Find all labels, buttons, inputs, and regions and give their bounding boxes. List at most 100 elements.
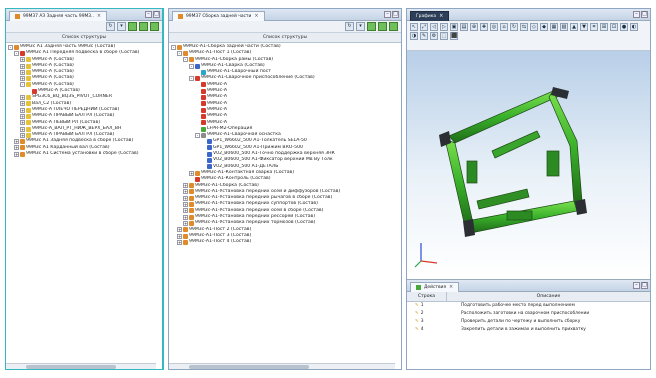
expander-icon[interactable]: + [20, 132, 25, 138]
graphics-tool-icon[interactable]: ◐ [630, 23, 638, 31]
graphics-tool-icon[interactable]: ⊞ [600, 23, 608, 31]
scrollbar-thumb[interactable] [26, 365, 116, 369]
graphics-tool-icon[interactable]: ⇆ [520, 23, 528, 31]
graphics-tool-icon[interactable]: ✚ [480, 23, 488, 31]
expander-icon[interactable]: + [177, 239, 182, 245]
expander-icon[interactable]: + [183, 202, 188, 208]
expander-icon[interactable]: - [8, 44, 13, 50]
graphics-tool-icon[interactable]: ▷ [440, 23, 448, 31]
mid-horizontal-scrollbar[interactable] [169, 363, 395, 369]
expander-icon[interactable]: + [183, 189, 188, 195]
expander-icon[interactable]: - [183, 57, 188, 63]
action-row[interactable]: ✎ 3 Проверить детали по чертежу и выполнит… [407, 318, 650, 326]
graphics-tool-icon[interactable]: ▣ [450, 23, 458, 31]
refresh-icon[interactable]: ↻ [345, 22, 354, 31]
graphics-tab[interactable]: Графика × [410, 10, 450, 21]
graphics-tool-icon[interactable]: ⊕ [470, 23, 478, 31]
expander-icon[interactable]: + [189, 170, 194, 176]
left-panel-tab[interactable]: 99М37 АЗ Задняя часть 99М3.. × [9, 10, 108, 21]
left-horizontal-scrollbar[interactable] [6, 363, 156, 369]
actions-col-desc[interactable]: Описание [447, 292, 650, 301]
expander-icon[interactable]: + [20, 107, 25, 113]
graphics-tool-icon[interactable]: ⌂ [500, 23, 508, 31]
maximize-button[interactable]: □ [392, 11, 399, 18]
graphics-tool-icon[interactable]: ◇ [530, 23, 538, 31]
graphics-tool-icon[interactable]: ⚙ [430, 32, 438, 40]
minimize-button[interactable]: – [633, 282, 640, 289]
graphics-tool-icon[interactable]: ◁ [430, 23, 438, 31]
expander-icon[interactable]: + [20, 126, 25, 132]
expander-icon[interactable]: + [177, 227, 182, 233]
expander-icon[interactable]: - [20, 82, 25, 88]
graphics-tool-icon[interactable]: ▲ [570, 23, 578, 31]
graphics-tool-icon[interactable]: ▧ [560, 23, 568, 31]
action-row[interactable]: ✎ 1 Подготовить рабочее место перед выполн… [407, 302, 650, 310]
graphics-tool-icon[interactable]: ✎ [420, 32, 428, 40]
expander-icon[interactable]: + [183, 220, 188, 226]
graphics-tool-icon[interactable]: ◎ [490, 23, 498, 31]
expander-icon[interactable]: + [20, 63, 25, 69]
graphics-tool-icon[interactable]: ⊡ [610, 23, 618, 31]
graphics-tool-icon[interactable]: ⬛ [450, 32, 458, 40]
maximize-button[interactable]: □ [153, 11, 160, 18]
expander-icon[interactable]: - [189, 76, 194, 82]
expander-icon[interactable]: + [20, 57, 25, 63]
expander-icon[interactable]: + [20, 95, 25, 101]
graphics-tool-icon[interactable]: ◑ [410, 32, 418, 40]
expander-icon[interactable]: - [189, 63, 194, 69]
expander-icon[interactable]: + [177, 233, 182, 239]
actions-tab[interactable]: Действия × [410, 281, 460, 292]
filter-icon[interactable]: ▾ [356, 22, 365, 31]
close-icon[interactable]: × [449, 284, 453, 290]
graphics-tool-icon[interactable]: ◆ [540, 23, 548, 31]
graphics-tool-icon[interactable]: ↻ [510, 23, 518, 31]
action-row[interactable]: ✎ 4 Закрепить детали в зажимах и выполнить… [407, 326, 650, 334]
expand-all-icon[interactable] [367, 22, 376, 31]
minimize-button[interactable]: – [633, 11, 640, 18]
refresh-icon[interactable]: ↻ [106, 22, 115, 31]
tree-row[interactable]: +99М3с А1 Система установки в сборе (Сос… [8, 151, 160, 157]
expander-icon[interactable]: - [171, 44, 176, 50]
graphics-tool-icon[interactable]: ⬚ [440, 32, 448, 40]
tree-row[interactable]: +99М3с-А1-Пост 4 (Состав) [171, 239, 399, 245]
expander-icon[interactable]: - [195, 132, 200, 138]
expander-icon[interactable]: + [20, 101, 25, 107]
settings-icon[interactable] [389, 22, 398, 31]
frame-3d-model[interactable] [407, 51, 650, 277]
maximize-button[interactable]: □ [641, 11, 648, 18]
expander-icon[interactable]: + [14, 151, 19, 157]
expander-icon[interactable]: + [20, 113, 25, 119]
collapse-all-icon[interactable] [139, 22, 148, 31]
graphics-tool-icon[interactable]: ▦ [550, 23, 558, 31]
filter-icon[interactable]: ▾ [117, 22, 126, 31]
expander-icon[interactable]: + [183, 214, 188, 220]
expander-icon[interactable]: - [177, 50, 182, 56]
maximize-button[interactable]: □ [641, 282, 648, 289]
expander-icon[interactable]: + [20, 76, 25, 82]
expander-icon[interactable]: - [14, 50, 19, 56]
graphics-tool-icon[interactable]: ▼ [580, 23, 588, 31]
close-icon[interactable]: × [97, 13, 101, 19]
expander-icon[interactable]: + [14, 145, 19, 151]
settings-icon[interactable] [150, 22, 159, 31]
collapse-all-icon[interactable] [378, 22, 387, 31]
close-icon[interactable]: × [439, 13, 443, 19]
expander-icon[interactable]: + [20, 120, 25, 126]
scrollbar-thumb[interactable] [189, 365, 309, 369]
minimize-button[interactable]: – [145, 11, 152, 18]
actions-col-step[interactable]: Строка [407, 292, 447, 301]
expander-icon[interactable]: + [20, 69, 25, 75]
expander-icon[interactable]: + [183, 208, 188, 214]
3d-viewport[interactable] [407, 51, 650, 277]
graphics-tool-icon[interactable]: ⤢ [420, 23, 428, 31]
expander-icon[interactable]: + [183, 195, 188, 201]
tree-row[interactable]: -99М3с А1 Передняя подвеска в сборе (Сос… [8, 50, 160, 56]
expand-all-icon[interactable] [128, 22, 137, 31]
expander-icon[interactable]: + [183, 183, 188, 189]
close-icon[interactable]: × [254, 13, 258, 19]
graphics-tool-icon[interactable]: ● [620, 23, 628, 31]
graphics-tool-icon[interactable]: ⌗ [590, 23, 598, 31]
graphics-tool-icon[interactable]: ↖ [410, 23, 418, 31]
expander-icon[interactable]: + [14, 139, 19, 145]
minimize-button[interactable]: – [384, 11, 391, 18]
